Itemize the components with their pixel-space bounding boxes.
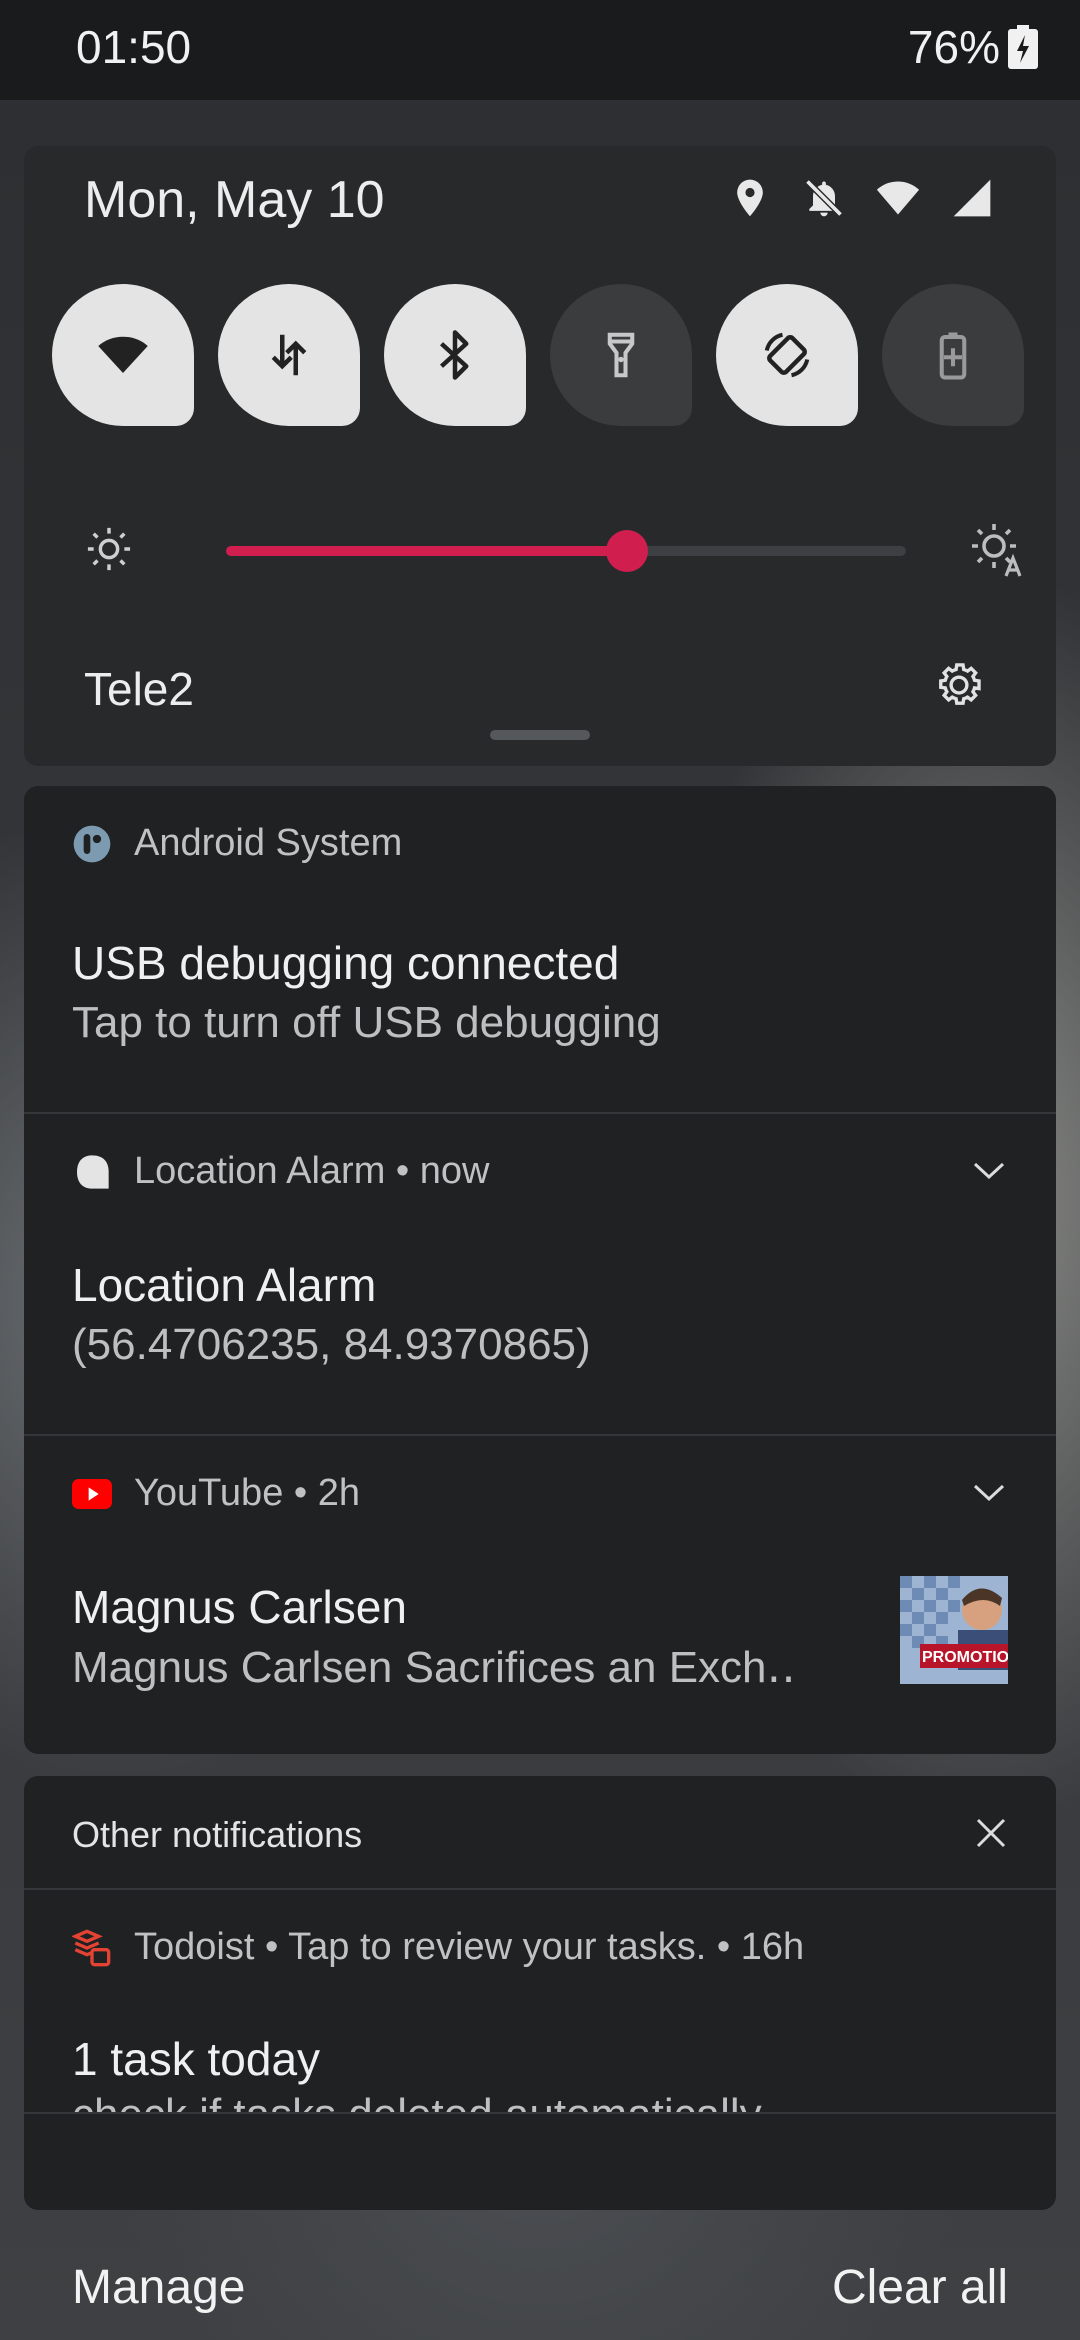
tile-wifi[interactable] [52, 284, 194, 426]
settings-gear-icon[interactable] [932, 658, 986, 712]
brightness-control [86, 516, 1026, 578]
battery-indicator: 76% [908, 20, 1038, 74]
notification-title: Location Alarm [72, 1259, 377, 1311]
notification-youtube[interactable]: YouTube • 2h Magnus Carlsen Magnus Carls… [24, 1436, 1056, 1754]
date-label: Mon, May 10 [84, 171, 385, 229]
brightness-low-icon [87, 527, 131, 571]
video-thumbnail: PROMOTIO [900, 1576, 1008, 1684]
manage-button[interactable]: Manage [72, 2260, 245, 2315]
auto-brightness-icon[interactable] [970, 522, 1026, 578]
shade-footer: Manage Clear all [0, 2240, 1080, 2340]
notification-text: check if tasks deleted automatically [72, 2090, 762, 2112]
mobile-data-icon [271, 334, 307, 376]
battery-saver-icon [939, 332, 967, 380]
status-time: 01:50 [76, 21, 192, 73]
notification-title: 1 task today [72, 2033, 321, 2085]
divider [24, 2112, 1056, 2114]
notification-title: USB debugging connected [72, 937, 620, 989]
drag-handle[interactable] [490, 730, 590, 740]
app-name: YouTube • 2h [134, 1472, 361, 1514]
tile-mobile-data[interactable] [218, 284, 360, 426]
android-system-icon [73, 825, 111, 862]
flashlight-icon [607, 332, 635, 378]
status-bar: 01:50 76% [0, 0, 1080, 100]
battery-percent: 76% [907, 21, 1000, 73]
tile-flashlight[interactable] [550, 284, 692, 426]
section-header: Other notifications [72, 1814, 363, 1855]
other-notifications-section: Other notifications Todoist • Tap to rev… [24, 1776, 1056, 2210]
close-icon[interactable] [974, 1816, 1008, 1850]
location-alarm-icon [77, 1154, 109, 1189]
notification-text: (56.4706235, 84.9370865) [72, 1320, 591, 1369]
youtube-icon [72, 1478, 112, 1509]
tile-battery-saver[interactable] [882, 284, 1024, 426]
clear-all-button[interactable]: Clear all [832, 2260, 1008, 2315]
notification-location-alarm[interactable]: Location Alarm • now Location Alarm (56.… [24, 1114, 1056, 1436]
notification-group: Android System USB debugging connected T… [24, 786, 1056, 1754]
notification-text-clip: check if tasks deleted automatically [72, 2090, 1012, 2112]
notification-header: Android System [72, 822, 402, 865]
notification-android-system[interactable]: Android System USB debugging connected T… [24, 786, 1056, 1114]
app-name: Location Alarm • now [134, 1150, 490, 1192]
chevron-down-icon[interactable] [972, 1482, 1006, 1504]
notification-header: Location Alarm • now [72, 1150, 490, 1193]
todoist-icon [72, 1929, 111, 1966]
chessboard-thumbnail-image: PROMOTIO [900, 1576, 1008, 1684]
notification-header: YouTube • 2h [72, 1472, 360, 1515]
tile-bluetooth[interactable] [384, 284, 526, 426]
signal-icon [953, 179, 991, 217]
app-name: Todoist • Tap to review your tasks. • 16… [134, 1926, 805, 1968]
brightness-slider[interactable] [226, 530, 906, 572]
notification-title: Magnus Carlsen [72, 1581, 407, 1633]
notifications-muted-icon [805, 179, 843, 217]
wifi-status-icon [876, 181, 920, 215]
status-icons [728, 176, 994, 220]
quick-settings-panel: Mon, May 10 Tele2 [24, 146, 1056, 766]
bluetooth-icon [439, 330, 469, 380]
brightness-thumb[interactable] [606, 530, 649, 572]
battery-charging-icon [1008, 25, 1038, 69]
auto-rotate-icon [764, 332, 810, 378]
notification-text: Magnus Carlsen Sacrifices an Exch‥ [72, 1643, 796, 1692]
app-name: Android System [134, 822, 403, 864]
chevron-down-icon[interactable] [972, 1160, 1006, 1182]
brightness-fill [226, 546, 628, 556]
tile-auto-rotate[interactable] [716, 284, 858, 426]
thumbnail-caption: PROMOTIO [922, 1649, 1008, 1666]
notification-header: Todoist • Tap to review your tasks. • 16… [72, 1926, 804, 1969]
notification-text: Tap to turn off USB debugging [72, 998, 661, 1047]
wifi-icon [98, 336, 148, 373]
quick-tiles [52, 284, 1024, 426]
notification-todoist[interactable]: Todoist • Tap to review your tasks. • 16… [24, 1890, 1056, 2210]
operator-label: Tele2 [84, 663, 194, 715]
location-icon [737, 179, 763, 217]
